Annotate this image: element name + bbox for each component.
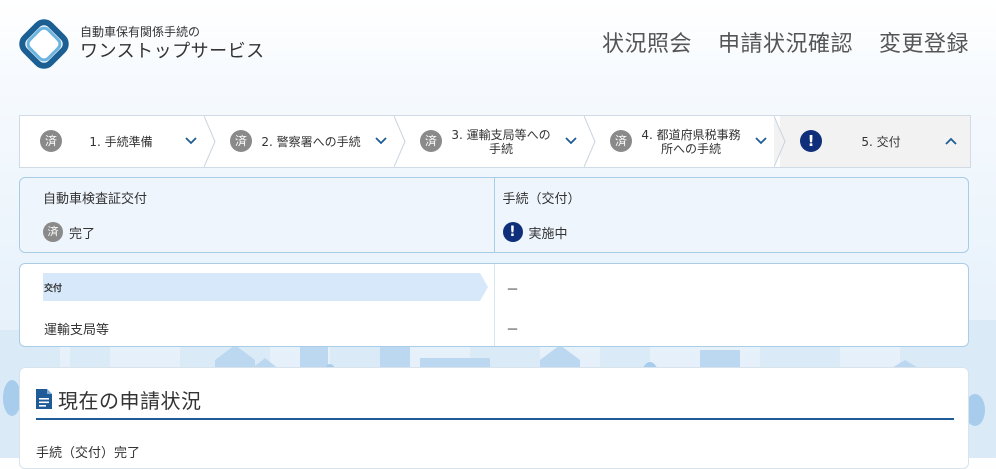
step-separator-arrow (584, 116, 596, 167)
step-label: 2. 警察署への手続 (261, 134, 361, 149)
status-value: 済 完了 (43, 222, 95, 242)
chevron-down-icon (755, 137, 767, 145)
site-header: 自動車保有関係手続の ワンストップサービス 状況照会 申請状況確認 変更登録 (0, 0, 996, 90)
status-right: 手続（交付） ! 実施中 (493, 178, 969, 252)
detail-card: 交付 運輸支局等 － － (19, 263, 969, 347)
status-title: 手続（交付） (502, 192, 581, 207)
step-3[interactable]: 済 3. 運輸支局等への手続 (400, 116, 596, 167)
logo-text[interactable]: 自動車保有関係手続の ワンストップサービス (80, 24, 265, 64)
chevron-down-icon (565, 137, 577, 145)
row-highlight-arrow (43, 273, 488, 301)
document-icon (36, 389, 52, 409)
step-alert-badge: ! (800, 130, 822, 152)
section-divider (36, 418, 954, 420)
nav-status-inquiry[interactable]: 状況照会 (602, 26, 692, 58)
logo-subtitle: 自動車保有関係手続の (80, 25, 201, 39)
detail-row-label: 交付 (44, 284, 63, 294)
done-badge: 済 (43, 222, 63, 242)
step-label: 4. 都道府県税事務所への手続 (641, 127, 741, 156)
step-label: 5. 交付 (861, 134, 901, 149)
detail-row-value: － (506, 283, 520, 298)
progress-stepper: 済 1. 手続準備 済 2. 警察署への手続 済 3. 運輸支局等への手続 済 … (19, 115, 971, 168)
status-summary-card: 自動車検査証交付 済 完了 手続（交付） ! 実施中 (19, 177, 969, 253)
step-separator-arrow (204, 116, 216, 167)
chevron-down-icon (375, 137, 387, 145)
step-1[interactable]: 済 1. 手続準備 (20, 116, 216, 167)
current-status-section: 現在の申請状況 手続（交付）完了 (19, 367, 969, 469)
step-label: 3. 運輸支局等への手続 (451, 127, 551, 156)
step-separator-arrow (774, 116, 786, 167)
status-left: 自動車検査証交付 済 完了 (20, 178, 494, 252)
detail-row-value: － (506, 323, 520, 338)
section-title: 現在の申請状況 (58, 389, 202, 413)
status-text: 実施中 (528, 226, 568, 242)
step-done-badge: 済 (230, 130, 252, 152)
alert-icon: ! (502, 222, 523, 242)
chevron-down-icon (185, 137, 197, 145)
chevron-up-icon (945, 137, 957, 145)
step-done-badge: 済 (40, 130, 62, 152)
step-5[interactable]: ! 5. 交付 (780, 116, 970, 167)
divider (494, 264, 495, 346)
step-label: 1. 手続準備 (89, 134, 153, 149)
status-value: ! 実施中 (502, 222, 568, 242)
main-nav: 状況照会 申請状況確認 変更登録 (602, 26, 969, 58)
nav-application-status[interactable]: 申請状況確認 (718, 26, 853, 58)
step-done-badge: 済 (420, 130, 442, 152)
status-text: 完了 (69, 226, 96, 242)
logo-title: ワンストップサービス (80, 41, 265, 62)
status-title: 自動車検査証交付 (43, 192, 148, 207)
step-separator-arrow (394, 116, 406, 167)
step-done-badge: 済 (610, 130, 632, 152)
nav-change-registration[interactable]: 変更登録 (879, 26, 969, 58)
step-2[interactable]: 済 2. 警察署への手続 (210, 116, 406, 167)
logo-icon[interactable] (18, 18, 70, 70)
detail-row-label: 運輸支局等 (44, 323, 110, 338)
step-4[interactable]: 済 4. 都道府県税事務所への手続 (590, 116, 786, 167)
current-status-text: 手続（交付）完了 (36, 446, 141, 461)
